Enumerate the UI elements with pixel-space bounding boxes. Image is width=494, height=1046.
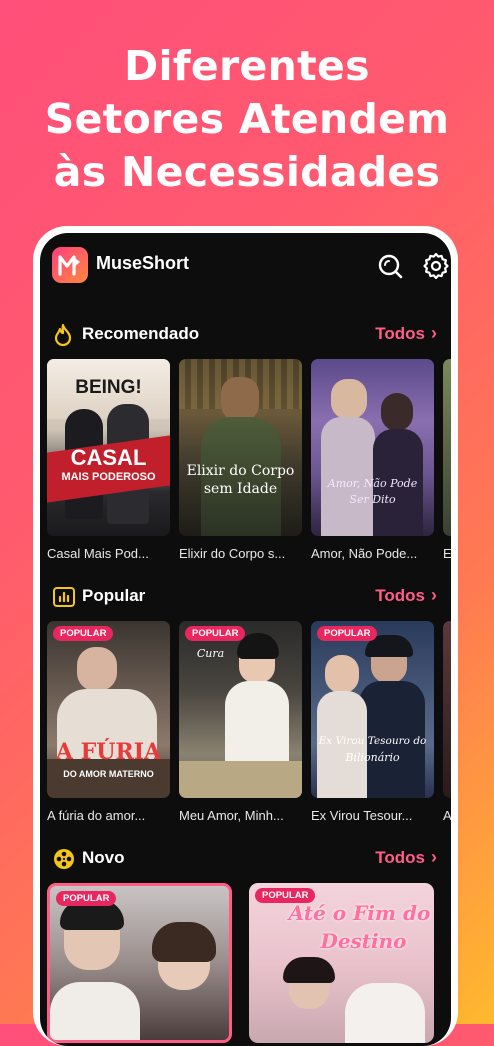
see-all-link[interactable]: Todos ›	[375, 585, 437, 606]
poster-subtitle: Ser Dito	[349, 493, 396, 506]
drama-poster: Ex Virou Tesouro do Bilionário POPULAR	[311, 621, 434, 798]
popular-badge: POPULAR	[53, 626, 114, 641]
poster-title: Até o Fim do	[288, 901, 431, 925]
chevron-right-icon: ›	[431, 585, 437, 605]
poster-caption: BEING!	[75, 377, 142, 398]
see-all-link[interactable]: Todos ›	[375, 323, 437, 344]
drama-title: Ex Virou Tesour...	[311, 808, 413, 823]
film-reel-icon	[52, 847, 76, 871]
drama-card[interactable]: Elixir do Corpo sem Idade Elixir do Corp…	[179, 359, 302, 561]
see-all-label: Todos	[375, 847, 425, 867]
see-all-label: Todos	[375, 323, 425, 343]
drama-poster: Amor, Não Pode Ser Dito	[311, 359, 434, 536]
drama-title: Amor, Não Pode...	[311, 546, 418, 561]
section-title: Popular	[82, 586, 146, 605]
poster-title: Ex Virou Tesouro do	[318, 735, 427, 747]
poster-caption: Cura	[196, 647, 225, 660]
popular-row: A FÚRIA DO AMOR MATERNO POPULAR A fúria …	[40, 621, 451, 826]
drama-poster: Elixir do Corpo sem Idade	[179, 359, 302, 536]
bar-chart-icon	[52, 585, 76, 609]
drama-poster: BEING! CASAL MAIS PODEROSO	[47, 359, 170, 536]
popular-badge: POPULAR	[317, 626, 378, 641]
poster-subtitle: Bilionário	[345, 751, 400, 764]
drama-card[interactable]: A	[443, 621, 451, 823]
section-title: Novo	[82, 848, 125, 867]
drama-title: Elixir do Corpo s...	[179, 546, 286, 561]
headline-line-3: às Necessidades	[53, 148, 441, 196]
drama-poster: A FÚRIA DO AMOR MATERNO POPULAR	[47, 621, 170, 798]
see-all-label: Todos	[375, 585, 425, 605]
section-header-recomendado: Recomendado Todos ›	[40, 321, 451, 351]
poster-subtitle: sem Idade	[203, 481, 278, 497]
drama-poster	[443, 359, 451, 536]
section-title: Recomendado	[82, 324, 200, 343]
popular-badge: POPULAR	[56, 891, 117, 906]
drama-card[interactable]: E	[443, 359, 451, 561]
museshort-logo-icon	[52, 247, 88, 283]
popular-badge: POPULAR	[255, 888, 316, 903]
headline-line-1: Diferentes	[124, 42, 370, 90]
drama-card[interactable]: POPULAR	[47, 883, 232, 1043]
drama-title: Casal Mais Pod...	[47, 546, 149, 561]
promo-headline: Diferentes Setores Atendem às Necessidad…	[0, 40, 494, 199]
poster-subtitle: Destino	[320, 929, 407, 953]
chevron-right-icon: ›	[431, 847, 437, 867]
drama-title: A	[443, 808, 451, 823]
poster-title: A FÚRIA	[55, 739, 162, 765]
poster-title: CASAL	[70, 445, 147, 470]
popular-badge: POPULAR	[185, 626, 246, 641]
settings-gear-icon[interactable]	[423, 252, 449, 280]
drama-card[interactable]: Cura POPULAR Meu Amor, Minh...	[179, 621, 302, 823]
recomendado-row: BEING! CASAL MAIS PODEROSO Casal Mais Po…	[40, 359, 451, 564]
drama-title: Meu Amor, Minh...	[179, 808, 284, 823]
phone-frame: MuseShort Recomendado Todos › BEING! CAS…	[33, 226, 458, 1046]
app-bar: MuseShort	[40, 233, 451, 303]
app-screen: MuseShort Recomendado Todos › BEING! CAS…	[40, 233, 451, 1046]
search-icon[interactable]	[377, 253, 403, 279]
headline-line-2: Setores Atendem	[44, 95, 450, 143]
see-all-link[interactable]: Todos ›	[375, 847, 437, 868]
drama-card[interactable]: Ex Virou Tesouro do Bilionário POPULAR E…	[311, 621, 434, 823]
poster-title: Amor, Não Pode	[327, 477, 418, 490]
drama-card[interactable]: A FÚRIA DO AMOR MATERNO POPULAR A fúria …	[47, 621, 170, 823]
drama-title: E	[443, 546, 451, 561]
poster-subtitle: MAIS PODEROSO	[61, 471, 156, 483]
drama-card[interactable]: Até o Fim do Destino POPULAR	[249, 883, 434, 1043]
section-header-novo: Novo Todos ›	[40, 845, 451, 875]
drama-poster: Cura POPULAR	[179, 621, 302, 798]
flame-icon	[52, 323, 76, 347]
poster-subtitle: DO AMOR MATERNO	[63, 769, 154, 779]
section-header-popular: Popular Todos ›	[40, 583, 451, 613]
chevron-right-icon: ›	[431, 323, 437, 343]
drama-card[interactable]: Amor, Não Pode Ser Dito Amor, Não Pode..…	[311, 359, 434, 561]
poster-title: Elixir do Corpo	[186, 463, 295, 479]
drama-title: A fúria do amor...	[47, 808, 146, 823]
drama-card[interactable]: BEING! CASAL MAIS PODEROSO Casal Mais Po…	[47, 359, 170, 561]
drama-poster	[443, 621, 451, 798]
app-title: MuseShort	[96, 253, 190, 273]
